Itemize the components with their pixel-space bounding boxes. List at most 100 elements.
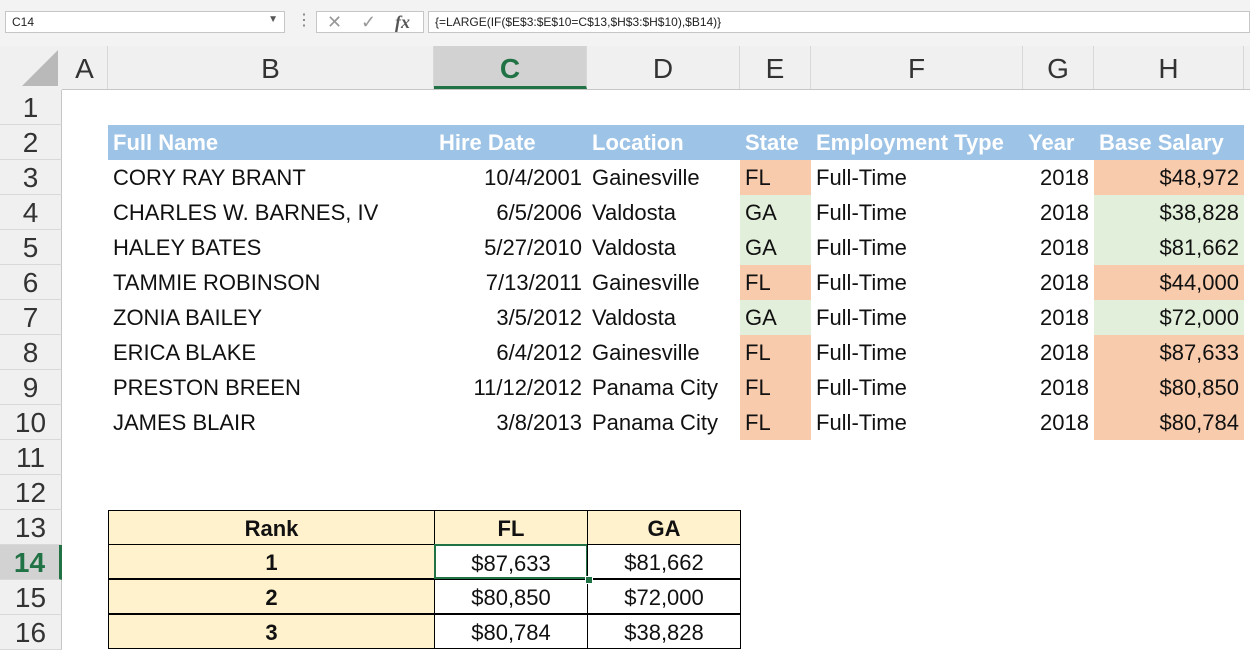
cell-employment-type[interactable]: Full-Time: [811, 335, 1023, 370]
cell-state[interactable]: FL: [740, 405, 811, 440]
cell-hire-date[interactable]: 6/5/2006: [434, 195, 587, 230]
cell-year[interactable]: 2018: [1023, 160, 1094, 195]
fl-rank-value[interactable]: $80,850: [434, 579, 588, 614]
select-all-corner[interactable]: [0, 46, 62, 90]
column-header-e[interactable]: E: [740, 46, 811, 89]
cell-hire-date[interactable]: 3/5/2012: [434, 300, 587, 335]
cell-state[interactable]: FL: [740, 265, 811, 300]
row-header-15[interactable]: 15: [0, 580, 62, 615]
row-header-1[interactable]: 1: [0, 90, 62, 125]
cell-location[interactable]: Gainesville: [587, 160, 740, 195]
cell-hire-date[interactable]: 5/27/2010: [434, 230, 587, 265]
column-header-c[interactable]: C: [434, 46, 587, 89]
cell-location[interactable]: Gainesville: [587, 265, 740, 300]
cell-employment-type[interactable]: Full-Time: [811, 370, 1023, 405]
cell-year[interactable]: 2018: [1023, 370, 1094, 405]
cell-location[interactable]: Valdosta: [587, 195, 740, 230]
cell-location[interactable]: Valdosta: [587, 300, 740, 335]
cell-year[interactable]: 2018: [1023, 300, 1094, 335]
column-header-b[interactable]: B: [108, 46, 434, 89]
row-header-4[interactable]: 4: [0, 195, 62, 230]
cell-base-salary[interactable]: $48,972: [1094, 160, 1244, 195]
fl-rank-value[interactable]: $80,784: [434, 614, 588, 649]
column-header-d[interactable]: D: [587, 46, 740, 89]
cell-year[interactable]: 2018: [1023, 405, 1094, 440]
enter-icon[interactable]: ✓: [361, 12, 376, 32]
ga-rank-value[interactable]: $72,000: [587, 579, 741, 614]
cell-base-salary[interactable]: $38,828: [1094, 195, 1244, 230]
chevron-down-icon[interactable]: ▼: [268, 14, 278, 25]
row-header-5[interactable]: 5: [0, 230, 62, 265]
row-header-10[interactable]: 10: [0, 405, 62, 440]
cell-employment-type[interactable]: Full-Time: [811, 265, 1023, 300]
cell-base-salary[interactable]: $81,662: [1094, 230, 1244, 265]
cell-base-salary[interactable]: $44,000: [1094, 265, 1244, 300]
cell-name[interactable]: ERICA BLAKE: [108, 335, 434, 370]
rank-cell[interactable]: 3: [108, 614, 435, 649]
name-box[interactable]: C14 ▼: [5, 11, 285, 33]
header-employment-type[interactable]: Employment Type: [811, 125, 1023, 160]
fill-handle[interactable]: [585, 576, 593, 584]
row-header-14[interactable]: 14: [0, 545, 62, 580]
cell-state[interactable]: FL: [740, 335, 811, 370]
cell-location[interactable]: Gainesville: [587, 335, 740, 370]
cell-state[interactable]: FL: [740, 160, 811, 195]
more-options-icon[interactable]: ⋮: [296, 12, 312, 30]
cell-name[interactable]: JAMES BLAIR: [108, 405, 434, 440]
formula-input[interactable]: {=LARGE(IF($E$3:$E$10=C$13,$H$3:$H$10),$…: [428, 11, 1250, 33]
cell-state[interactable]: GA: [740, 195, 811, 230]
cell-hire-date[interactable]: 6/4/2012: [434, 335, 587, 370]
cell-hire-date[interactable]: 10/4/2001: [434, 160, 587, 195]
row-header-7[interactable]: 7: [0, 300, 62, 335]
cell-name[interactable]: CHARLES W. BARNES, IV: [108, 195, 434, 230]
ga-header[interactable]: GA: [587, 510, 741, 545]
cell-state[interactable]: GA: [740, 230, 811, 265]
row-header-16[interactable]: 16: [0, 615, 62, 650]
cancel-icon[interactable]: ✕: [327, 12, 342, 32]
cell-name[interactable]: ZONIA BAILEY: [108, 300, 434, 335]
cell-employment-type[interactable]: Full-Time: [811, 195, 1023, 230]
rank-header[interactable]: Rank: [108, 510, 435, 545]
cell-state[interactable]: GA: [740, 300, 811, 335]
row-header-2[interactable]: 2: [0, 125, 62, 160]
header-state[interactable]: State: [740, 125, 811, 160]
cell-location[interactable]: Valdosta: [587, 230, 740, 265]
cell-employment-type[interactable]: Full-Time: [811, 230, 1023, 265]
header-hire-date[interactable]: Hire Date: [434, 125, 587, 160]
fl-rank-value-selected[interactable]: $87,633: [434, 544, 588, 579]
cell-base-salary[interactable]: $80,784: [1094, 405, 1244, 440]
cell-year[interactable]: 2018: [1023, 230, 1094, 265]
cell-base-salary[interactable]: $72,000: [1094, 300, 1244, 335]
cell-year[interactable]: 2018: [1023, 195, 1094, 230]
column-header-h[interactable]: H: [1094, 46, 1244, 89]
column-header-g[interactable]: G: [1023, 46, 1094, 89]
rank-cell[interactable]: 1: [108, 544, 435, 579]
cell-year[interactable]: 2018: [1023, 265, 1094, 300]
cell-hire-date[interactable]: 3/8/2013: [434, 405, 587, 440]
cell-year[interactable]: 2018: [1023, 335, 1094, 370]
cell-name[interactable]: PRESTON BREEN: [108, 370, 434, 405]
column-header-f[interactable]: F: [811, 46, 1023, 89]
row-header-3[interactable]: 3: [0, 160, 62, 195]
row-header-9[interactable]: 9: [0, 370, 62, 405]
ga-rank-value[interactable]: $81,662: [587, 544, 741, 579]
cell-base-salary[interactable]: $87,633: [1094, 335, 1244, 370]
fl-header[interactable]: FL: [434, 510, 588, 545]
cell-hire-date[interactable]: 11/12/2012: [434, 370, 587, 405]
header-full-name[interactable]: Full Name: [108, 125, 434, 160]
cell-name[interactable]: HALEY BATES: [108, 230, 434, 265]
cell-name[interactable]: TAMMIE ROBINSON: [108, 265, 434, 300]
header-year[interactable]: Year: [1023, 125, 1094, 160]
cell-employment-type[interactable]: Full-Time: [811, 300, 1023, 335]
cell-employment-type[interactable]: Full-Time: [811, 405, 1023, 440]
cell-location[interactable]: Panama City: [587, 405, 740, 440]
row-header-11[interactable]: 11: [0, 440, 62, 475]
row-header-6[interactable]: 6: [0, 265, 62, 300]
rank-cell[interactable]: 2: [108, 579, 435, 614]
cell-state[interactable]: FL: [740, 370, 811, 405]
cell-base-salary[interactable]: $80,850: [1094, 370, 1244, 405]
cell-hire-date[interactable]: 7/13/2011: [434, 265, 587, 300]
header-location[interactable]: Location: [587, 125, 740, 160]
cell-name[interactable]: CORY RAY BRANT: [108, 160, 434, 195]
row-header-8[interactable]: 8: [0, 335, 62, 370]
